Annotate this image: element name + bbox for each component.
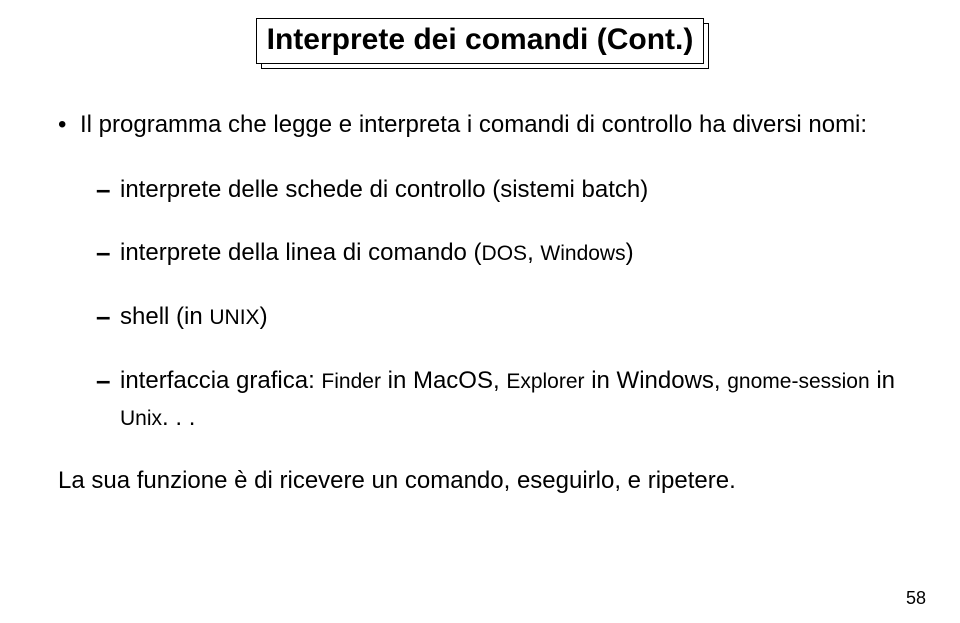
dash-marker: – bbox=[96, 298, 120, 336]
sub-text: interprete delle schede di controllo (si… bbox=[120, 171, 920, 209]
bullet-item: • Il programma che legge e interpreta i … bbox=[58, 106, 920, 143]
title-box: Interprete dei comandi (Cont.) bbox=[256, 18, 705, 64]
text-part: , bbox=[527, 239, 540, 266]
smallcaps-text: DOS bbox=[482, 242, 528, 265]
text-part: shell (in bbox=[120, 303, 209, 330]
text-part: interprete della linea di comando ( bbox=[120, 239, 482, 266]
page-number: 58 bbox=[906, 588, 926, 609]
text-part: in MacOS, bbox=[381, 367, 506, 394]
sub-item: – shell (in UNIX) bbox=[96, 298, 920, 336]
dash-marker: – bbox=[96, 171, 120, 209]
dash-marker: – bbox=[96, 234, 120, 272]
title-container: Interprete dei comandi (Cont.) bbox=[40, 18, 920, 64]
sf-text: Unix bbox=[120, 407, 162, 430]
text-part: . . . bbox=[162, 404, 195, 431]
bullet-text: Il programma che legge e interpreta i co… bbox=[80, 106, 920, 143]
sub-text: interprete della linea di comando (DOS, … bbox=[120, 234, 920, 272]
slide-title: Interprete dei comandi (Cont.) bbox=[256, 18, 705, 64]
sub-text: interfaccia grafica: Finder in MacOS, Ex… bbox=[120, 362, 920, 436]
sf-text: Explorer bbox=[506, 370, 584, 393]
slide-page: Interprete dei comandi (Cont.) • Il prog… bbox=[0, 0, 960, 623]
text-part: interfaccia grafica: bbox=[120, 367, 321, 394]
text-part: in Windows, bbox=[585, 367, 728, 394]
sub-item: – interprete delle schede di controllo (… bbox=[96, 171, 920, 209]
sub-item: – interprete della linea di comando (DOS… bbox=[96, 234, 920, 272]
sub-text: shell (in UNIX) bbox=[120, 298, 920, 336]
sf-text: gnome-session bbox=[727, 370, 869, 393]
sf-text: Windows bbox=[540, 242, 625, 265]
slide-body: • Il programma che legge e interpreta i … bbox=[40, 106, 920, 500]
dash-marker: – bbox=[96, 362, 120, 436]
text-part: ) bbox=[260, 303, 268, 330]
text-part: in bbox=[870, 367, 895, 394]
smallcaps-text: UNIX bbox=[209, 306, 259, 329]
bullet-marker: • bbox=[58, 106, 80, 143]
sub-item: – interfaccia grafica: Finder in MacOS, … bbox=[96, 362, 920, 436]
sf-text: Finder bbox=[321, 370, 381, 393]
text-part: ) bbox=[626, 239, 634, 266]
closing-text: La sua funzione è di ricevere un comando… bbox=[58, 462, 920, 499]
